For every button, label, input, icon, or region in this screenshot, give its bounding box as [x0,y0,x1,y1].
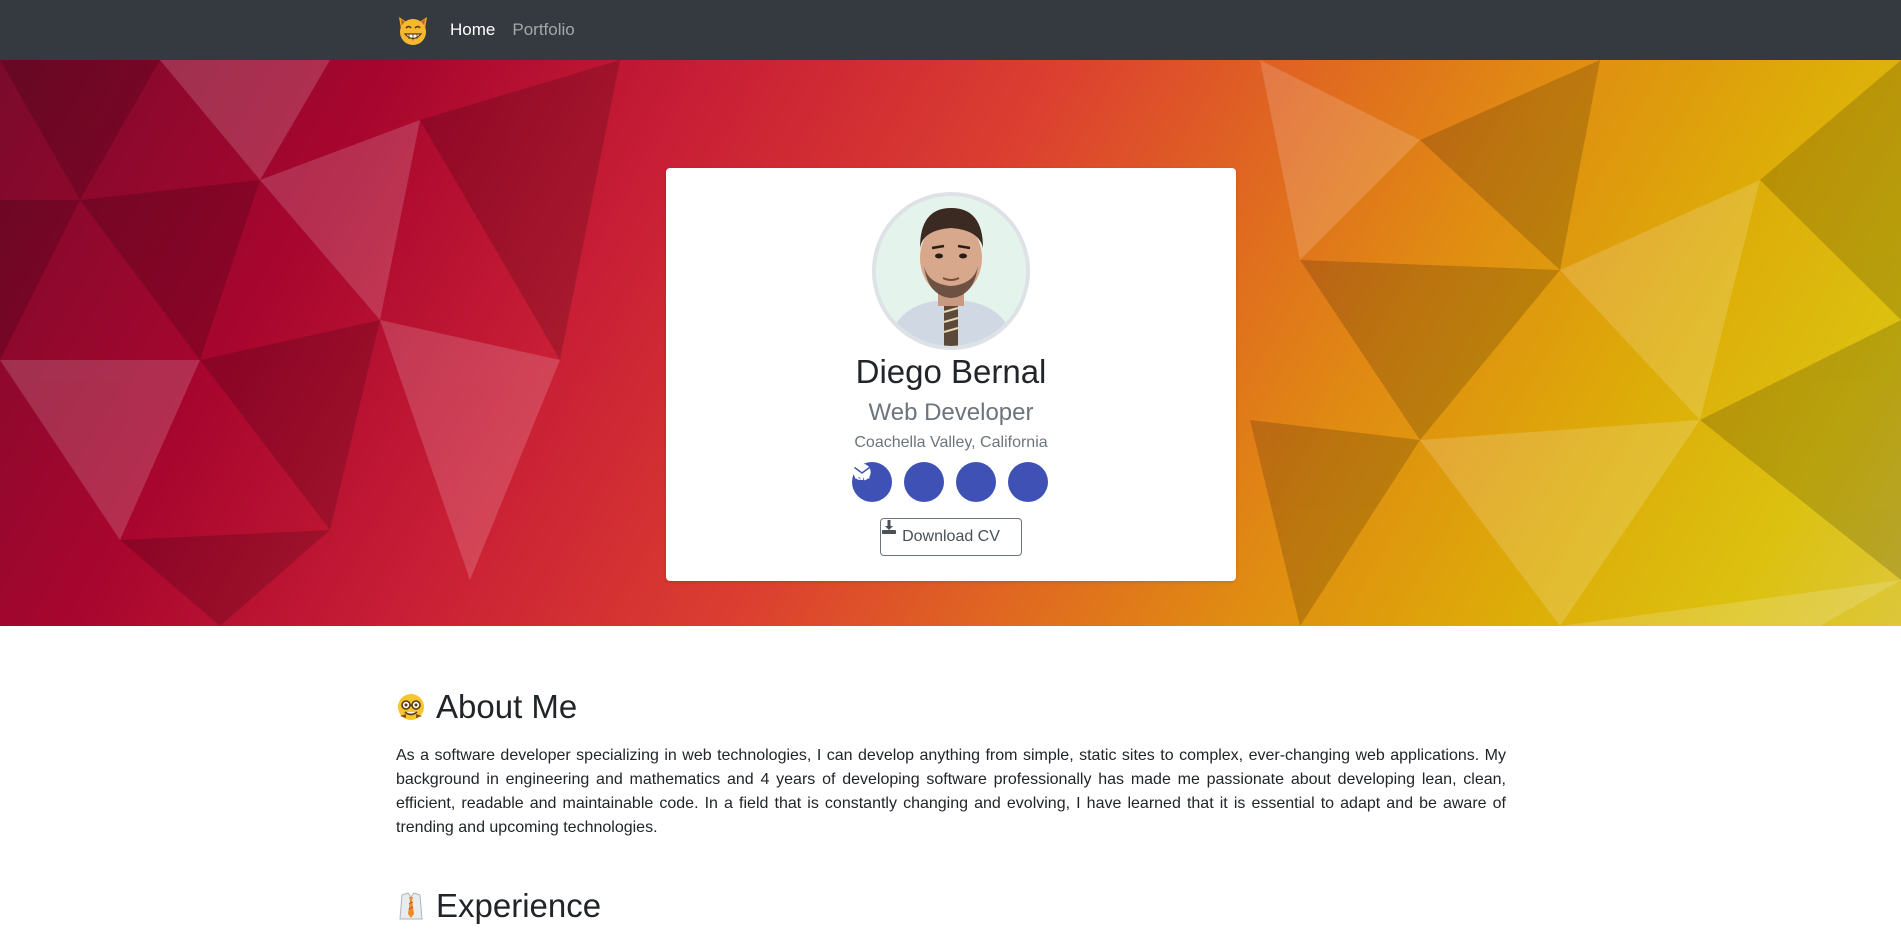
profile-card: Diego Bernal Web Developer Coachella Val… [666,168,1236,581]
navbar-content: Home Portfolio [396,0,592,60]
profile-title: Web Developer [868,399,1034,426]
envelope-icon [854,466,870,478]
about-paragraph: As a software developer specializing in … [396,747,1506,836]
top-navbar: Home Portfolio [0,0,1901,60]
download-cv-label: Download CV [902,528,1000,545]
download-cv-button[interactable]: Download CV [880,518,1022,556]
experience-heading-text: Experience [436,887,602,924]
nav-link-home[interactable]: Home [450,20,495,40]
hero-banner: Diego Bernal Web Developer Coachella Val… [0,60,1901,626]
email-button[interactable] [854,462,1048,502]
about-heading: About Me [396,688,577,726]
download-icon [882,520,896,534]
social-links [852,462,1048,502]
experience-heading: Experience [396,887,601,925]
github-button[interactable] [853,462,996,502]
nerd-face-emoji [398,694,424,720]
linkedin-button[interactable] [854,462,944,502]
profile-location: Coachella Valley, California [854,434,1048,451]
necktie-shirt-emoji [399,892,423,920]
about-heading-text: About Me [436,688,578,725]
grinning-cat-icon[interactable] [396,13,430,47]
profile-avatar [872,192,1030,350]
nav-link-portfolio[interactable]: Portfolio [512,20,574,40]
profile-photo [876,196,1026,346]
profile-name: Diego Bernal [855,353,1047,390]
